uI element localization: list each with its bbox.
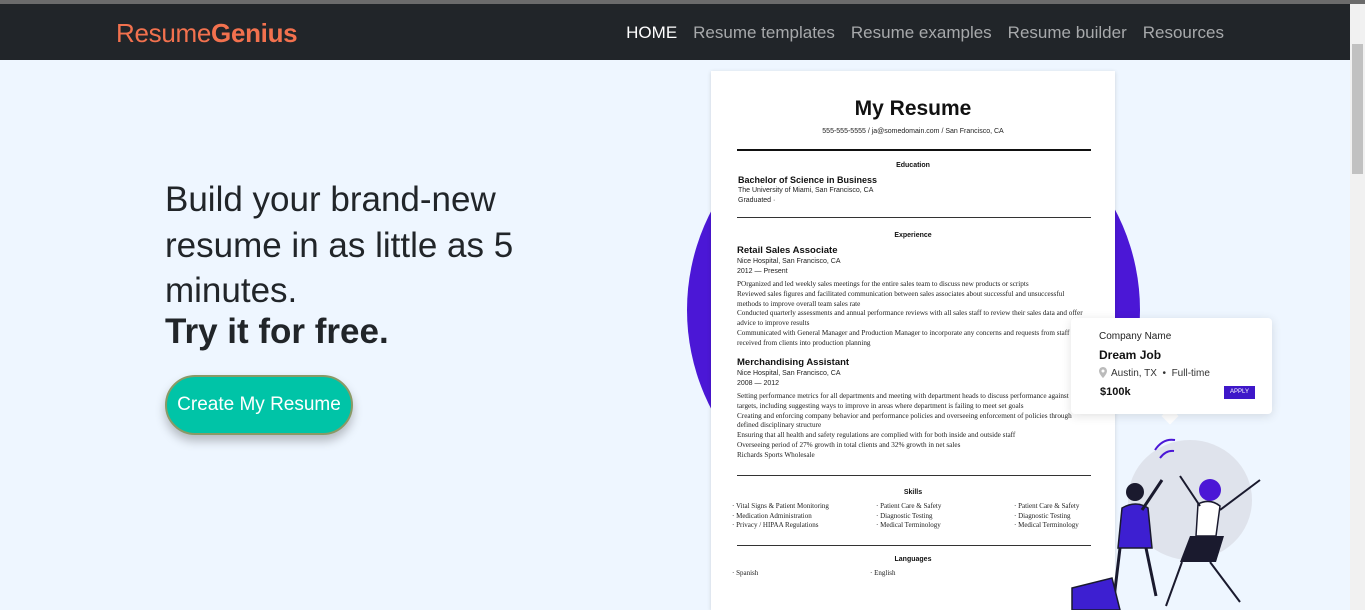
main-nav: HOME Resume templates Resume examples Re… [626,23,1224,43]
nav-resume-builder[interactable]: Resume builder [1008,23,1127,43]
resume-contact: 555-555-5555 / ja@somedomain.com / San F… [822,128,1004,135]
language-1: Spanish [732,569,758,579]
create-resume-button[interactable]: Create My Resume [165,375,353,435]
skill-item: Vital Signs & Patient Monitoring [732,502,829,512]
degree: Bachelor of Science in Business [738,175,878,185]
divider [737,545,1091,546]
job-card-title: Dream Job [1099,348,1162,362]
skills-column-2: Patient Care & Safety Diagnostic Testing… [876,502,941,531]
divider [737,475,1091,476]
job1-company: Nice Hospital, San Francisco, CA [737,258,841,265]
language-item: Spanish [732,569,758,579]
hero-headline: Build your brand-new resume in as little… [165,180,514,310]
nav-resume-examples[interactable]: Resume examples [851,23,992,43]
skills-heading: Skills [903,489,923,496]
apply-button[interactable]: APPLY [1224,386,1255,399]
bullet: Conducted quarterly assessments and annu… [737,309,1083,328]
logo-bold: Genius [211,18,298,48]
divider [737,217,1091,218]
job1-title: Retail Sales Associate [737,245,838,256]
scrollbar-thumb[interactable] [1352,44,1363,174]
navbar: ResumeGenius HOME Resume templates Resum… [0,4,1350,60]
job2-dates: 2008 — 2012 [737,380,780,387]
bullet: Communicated with General Manager and Pr… [737,328,1070,347]
scrollbar[interactable] [1350,4,1365,610]
logo-light: Resume [116,18,212,48]
skill-item: Diagnostic Testing [876,512,941,522]
bullet: POrganized and led weekly sales meetings… [737,280,1029,288]
job-card-salary: $100k [1100,386,1131,398]
bullet: Ensuring that all health and safety regu… [737,431,1016,440]
skill-item: Patient Care & Safety [876,502,941,512]
job1-bullets: POrganized and led weekly sales meetings… [737,280,1087,349]
nav-home[interactable]: HOME [626,23,677,43]
language-2: English [870,569,895,579]
nav-resume-templates[interactable]: Resume templates [693,23,835,43]
languages-heading: Languages [894,556,932,563]
bullet: Reviewed sales figures and facilitated c… [737,289,1065,308]
school: The University of Miami, San Francisco, … [738,187,874,194]
job-card: Company Name Dream Job Austin, TX • Full… [1071,318,1272,414]
graduated: Graduated · [738,197,776,204]
skill-item: Medication Administration [732,512,829,522]
job-card-company: Company Name [1099,331,1172,342]
resume-preview: My Resume 555-555-5555 / ja@somedomain.c… [711,71,1115,610]
location-pin-icon [1099,367,1107,378]
job-card-location-line: Austin, TX • Full-time [1111,368,1210,379]
skills-column-1: Vital Signs & Patient Monitoring Medicat… [732,502,829,531]
job1-dates: 2012 — Present [737,268,788,275]
nav-resources[interactable]: Resources [1143,23,1224,43]
experience-heading: Experience [894,232,932,239]
bullet: Richards Sports Wholesale [737,450,815,459]
hero-tagline: Try it for free. [165,312,389,351]
job2-title: Merchandising Assistant [737,357,850,368]
job-card-type: Full-time [1171,368,1210,379]
bullet: Creating and enforcing company behavior … [737,411,1072,430]
high-five-illustration [1071,438,1261,610]
skill-item: Medical Terminology [876,521,941,531]
job-card-location: Austin, TX [1111,368,1157,379]
job2-company: Nice Hospital, San Francisco, CA [737,370,841,377]
logo[interactable]: ResumeGenius [116,18,298,49]
education-heading: Education [896,162,930,169]
job2-bullets: Setting performance metrics for all depa… [737,392,1087,461]
language-item: English [870,569,895,579]
skill-item: Privacy / HIPAA Regulations [732,521,829,531]
divider [737,149,1091,151]
bullet: Overseeing period of 27% growth in total… [737,440,961,449]
bullet: Setting performance metrics for all depa… [737,392,1069,410]
resume-title: My Resume [854,97,972,120]
